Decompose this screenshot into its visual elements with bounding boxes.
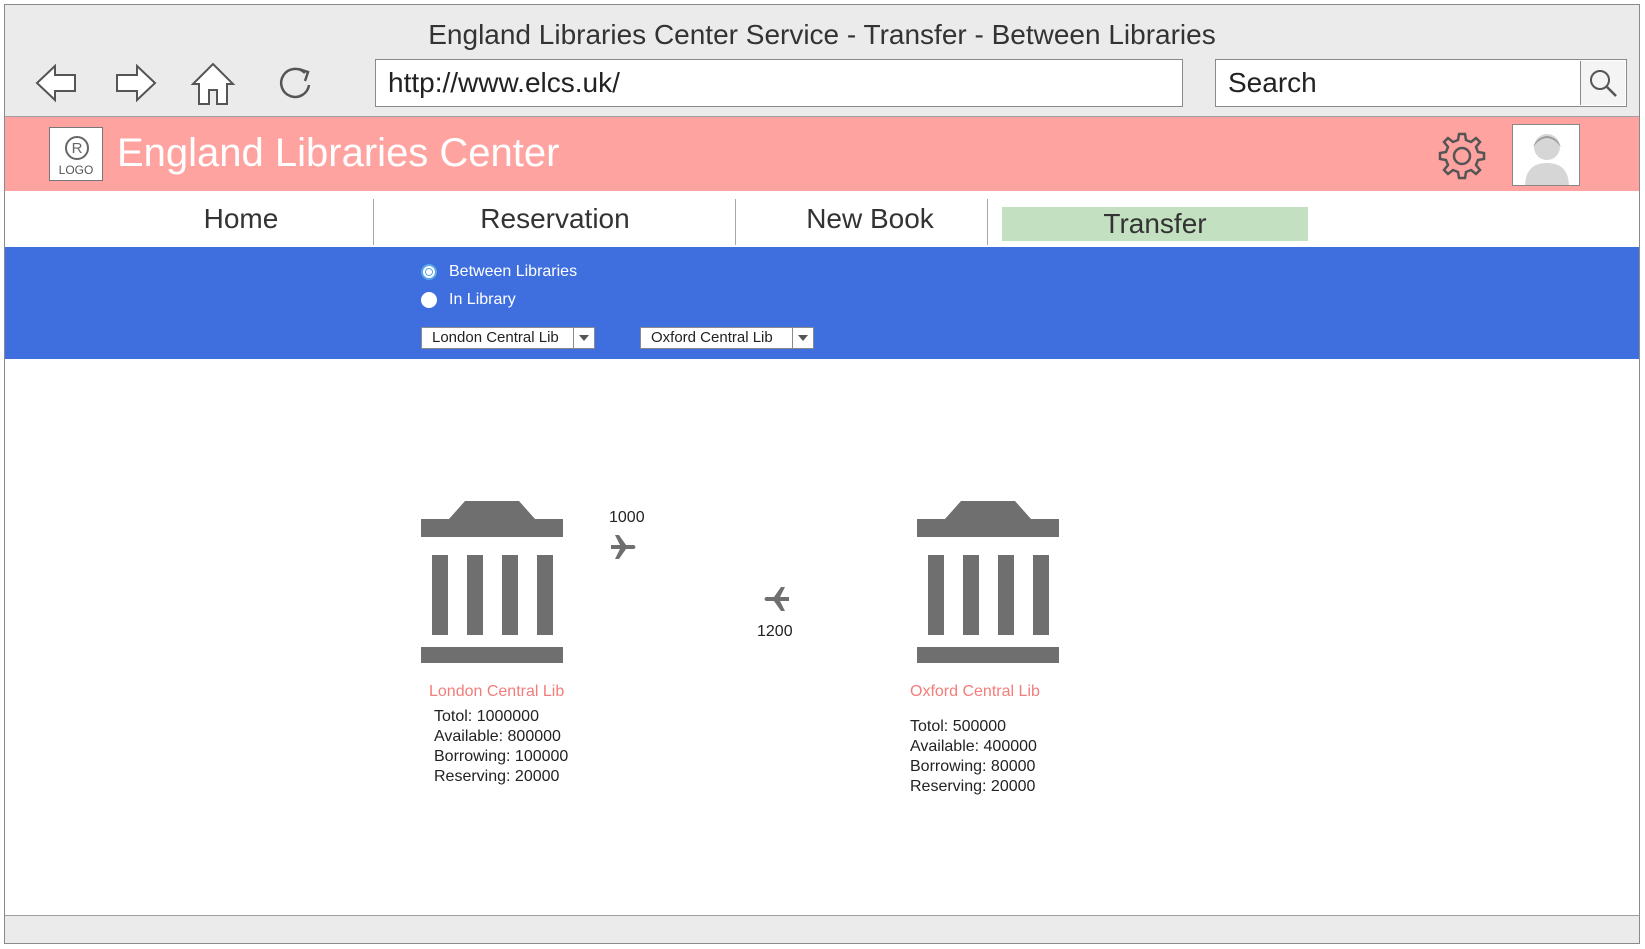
stat-available: Available: 400000 (910, 738, 1037, 755)
search-placeholder: Search (1228, 67, 1317, 98)
airplane-left-icon (764, 587, 789, 611)
search-input[interactable]: Search (1215, 59, 1627, 107)
menu-item-transfer[interactable]: Transfer (1002, 207, 1308, 241)
browser-window: England Libraries Center Service - Trans… (4, 4, 1640, 944)
settings-button[interactable] (1437, 131, 1487, 181)
library-stats-oxford: Totol: 500000 Available: 400000 Borrowin… (910, 717, 1037, 797)
stat-borrowing: Borrowing: 80000 (910, 758, 1036, 775)
reload-button[interactable] (269, 57, 321, 109)
transfer-options-bar: Between Libraries In Library (5, 247, 1639, 359)
menu-separator (373, 199, 374, 245)
menu-separator (987, 199, 988, 245)
logo[interactable]: R LOGO (49, 127, 103, 181)
browser-titlebar: England Libraries Center Service - Trans… (5, 5, 1639, 117)
user-avatar-button[interactable] (1512, 124, 1580, 186)
chevron-down-icon[interactable] (573, 328, 594, 348)
svg-text:R: R (72, 140, 83, 157)
reload-icon (279, 67, 311, 99)
library-stats-london: Totol: 1000000 Available: 800000 Borrowi… (434, 707, 568, 787)
back-button[interactable] (31, 57, 83, 109)
menu-item-home[interactable]: Home (145, 191, 337, 247)
user-avatar-icon (1525, 134, 1569, 185)
radio-in-library[interactable]: In Library (421, 291, 516, 309)
library-name-london[interactable]: London Central Lib (429, 683, 564, 701)
chevron-down-icon[interactable] (792, 328, 813, 348)
home-button[interactable] (187, 57, 239, 109)
site-header: R LOGO England Libraries Center (5, 117, 1639, 191)
incoming-transfer-count: 1200 (757, 623, 793, 640)
from-library-value: London Central Lib (432, 329, 559, 346)
to-library-select[interactable]: Oxford Central Lib (640, 327, 814, 349)
stat-borrowing: Borrowing: 100000 (434, 748, 569, 765)
from-library-select[interactable]: London Central Lib (421, 327, 595, 349)
stat-total: Totol: 1000000 (434, 708, 539, 725)
window-title: England Libraries Center Service - Trans… (428, 19, 1216, 50)
stat-available: Available: 800000 (434, 728, 561, 745)
radio-button[interactable] (421, 292, 437, 308)
menu-separator (735, 199, 736, 245)
radio-between-libraries[interactable]: Between Libraries (421, 263, 577, 281)
stat-total: Totol: 500000 (910, 718, 1007, 735)
registered-mark-icon: R (65, 136, 89, 160)
airplane-right-icon (611, 535, 636, 559)
main-menu: Home Reservation New Book Transfer (5, 191, 1639, 247)
library-name-oxford[interactable]: Oxford Central Lib (910, 683, 1040, 701)
status-bar (5, 915, 1639, 943)
to-library-value: Oxford Central Lib (651, 329, 773, 346)
home-icon (190, 62, 236, 105)
brand-title: England Libraries Center (117, 131, 560, 175)
radio-label: Between Libraries (449, 263, 578, 280)
outgoing-transfer-count: 1000 (609, 509, 645, 526)
stat-reserving: Reserving: 20000 (434, 768, 560, 785)
stat-reserving: Reserving: 20000 (910, 778, 1036, 795)
logo-text: LOGO (58, 163, 94, 177)
arrow-right-icon (116, 63, 157, 103)
library-building-icon (917, 501, 1059, 663)
address-bar[interactable]: http://www.elcs.uk/ (375, 59, 1183, 107)
radio-button-checked[interactable] (421, 264, 437, 280)
magnifier-icon (1590, 70, 1617, 97)
library-building-icon (421, 501, 563, 663)
gear-icon (1438, 132, 1486, 180)
menu-item-reservation[interactable]: Reservation (405, 191, 705, 247)
arrow-left-icon (35, 63, 76, 103)
radio-label: In Library (449, 291, 516, 308)
forward-button[interactable] (109, 57, 161, 109)
menu-item-new-book[interactable]: New Book (755, 191, 985, 247)
search-button[interactable] (1580, 61, 1625, 105)
